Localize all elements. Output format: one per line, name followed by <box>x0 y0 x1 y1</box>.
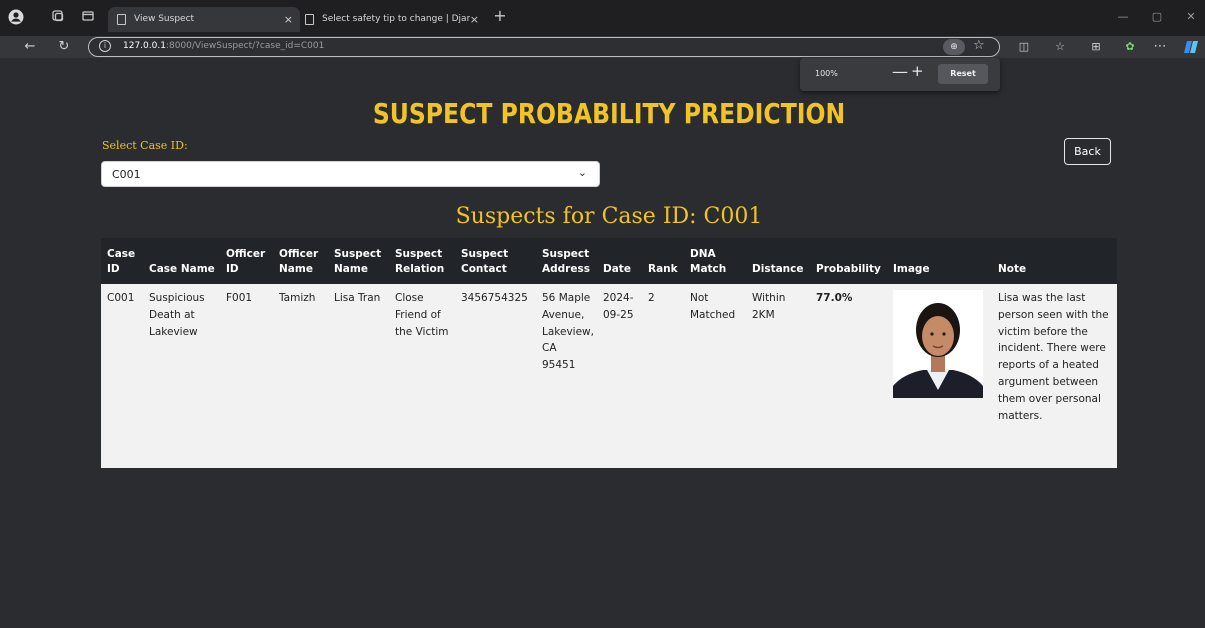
favorites-icon[interactable]: ☆ <box>1052 39 1068 55</box>
column-header: Suspect Name <box>334 247 382 276</box>
close-tab-icon[interactable]: × <box>470 7 479 32</box>
column-header: Image <box>893 263 930 276</box>
cell-suspect-name: Lisa Tran <box>334 292 381 304</box>
column-header: Officer ID <box>226 247 266 276</box>
tab-label: View Suspect <box>134 14 195 24</box>
browser-window: View Suspect × Select safety tip to chan… <box>0 0 1205 628</box>
back-arrow-icon[interactable]: ← <box>22 39 38 55</box>
column-header: Probability <box>816 263 881 276</box>
favorite-star-icon[interactable]: ☆ <box>973 38 985 53</box>
minimize-icon[interactable]: — <box>1114 10 1132 23</box>
suspect-table: Case ID Case Name Officer ID Officer Nam… <box>101 238 1117 468</box>
column-header: Officer Name <box>279 247 319 276</box>
suspects-heading: Suspects for Case ID: C001 <box>455 204 763 229</box>
cell-officer-id: F001 <box>226 292 253 304</box>
zoom-icon[interactable]: ⊕ <box>943 39 965 55</box>
column-header: Suspect Relation <box>395 247 445 276</box>
cell-rank: 2 <box>648 292 655 304</box>
document-icon <box>305 14 314 25</box>
profile-icon[interactable] <box>8 9 24 25</box>
cell-dna-match: Not Matched <box>690 292 736 321</box>
extension-icon[interactable]: ✿ <box>1122 39 1138 55</box>
column-header: Date <box>603 263 631 276</box>
url-text: 127.0.0.1:8000/ViewSuspect/?case_id=C001 <box>123 41 324 51</box>
cell-officer-name: Tamizh <box>279 292 316 304</box>
zoom-in-button[interactable]: + <box>911 62 924 80</box>
back-button[interactable]: Back <box>1064 138 1111 165</box>
cell-case-id: C001 <box>107 292 135 304</box>
collections-icon[interactable]: ⊞ <box>1088 39 1104 55</box>
more-menu-icon[interactable]: ⋯ <box>1152 39 1168 55</box>
cell-date: 2024-09-25 <box>603 292 634 321</box>
column-header: Rank <box>648 263 678 276</box>
table-header-row: Case ID Case Name Officer ID Officer Nam… <box>101 238 1117 284</box>
cell-suspect-relation: Close Friend of the Victim <box>395 292 449 338</box>
column-header: DNA Match <box>690 247 727 276</box>
new-tab-button[interactable]: + <box>492 8 508 24</box>
column-header: Suspect Contact <box>461 247 509 276</box>
suspect-photo <box>893 290 983 398</box>
document-icon <box>117 14 126 25</box>
navigation-bar: ← ↻ i 127.0.0.1:8000/ViewSuspect/?case_i… <box>0 36 1205 58</box>
zoom-popup: 100% — + Reset <box>800 58 1000 91</box>
column-header: Case ID <box>107 247 136 276</box>
close-window-icon[interactable]: ✕ <box>1182 10 1200 23</box>
url-host: 127.0.0.1 <box>123 41 166 51</box>
site-info-icon[interactable]: i <box>99 40 111 52</box>
case-select-value: C001 <box>112 168 141 181</box>
zoom-level: 100% <box>815 69 838 78</box>
zoom-reset-button[interactable]: Reset <box>938 64 988 84</box>
cell-suspect-address: 56 Maple Avenue, Lakeview, CA 95451 <box>542 292 594 372</box>
copilot-icon[interactable] <box>1183 39 1199 60</box>
table-row: C001 Suspicious Death at Lakeview F001 T… <box>101 284 1117 468</box>
column-header: Distance <box>752 263 804 276</box>
split-screen-icon[interactable]: ◫ <box>1016 39 1032 55</box>
address-bar[interactable]: i 127.0.0.1:8000/ViewSuspect/?case_id=C0… <box>88 37 1000 57</box>
case-id-select[interactable]: C001 ⌄ <box>101 161 600 187</box>
page-title: SUSPECT PROBABILITY PREDICTION <box>372 97 846 130</box>
cell-note: Lisa was the last person seen with the v… <box>998 292 1109 422</box>
column-header: Suspect Address <box>542 247 590 276</box>
workspaces-icon[interactable] <box>50 9 66 25</box>
column-header: Note <box>998 263 1027 276</box>
reload-icon[interactable]: ↻ <box>56 39 72 55</box>
cell-case-name: Suspicious Death at Lakeview <box>149 292 205 338</box>
tab-actions-icon[interactable] <box>80 9 96 25</box>
cell-distance: Within 2KM <box>752 292 786 321</box>
close-tab-icon[interactable]: × <box>284 7 293 32</box>
select-case-label: Select Case ID: <box>102 139 188 152</box>
tab-view-suspect[interactable]: View Suspect × <box>108 7 300 32</box>
cell-image <box>887 284 992 468</box>
maximize-icon[interactable]: ▢ <box>1148 10 1166 23</box>
zoom-out-button[interactable]: — <box>892 62 908 81</box>
url-path: :8000/ViewSuspect/?case_id=C001 <box>165 41 325 51</box>
tab-label: Select safety tip to change | Djan <box>322 14 470 24</box>
cell-probability: 77.0% <box>816 292 853 304</box>
column-header: Case Name <box>149 263 215 276</box>
chevron-down-icon: ⌄ <box>577 166 587 179</box>
cell-suspect-contact: 3456754325 <box>461 292 528 304</box>
title-bar: View Suspect × Select safety tip to chan… <box>0 0 1205 36</box>
tab-safety-tip[interactable]: Select safety tip to change | Djan × <box>296 7 486 32</box>
